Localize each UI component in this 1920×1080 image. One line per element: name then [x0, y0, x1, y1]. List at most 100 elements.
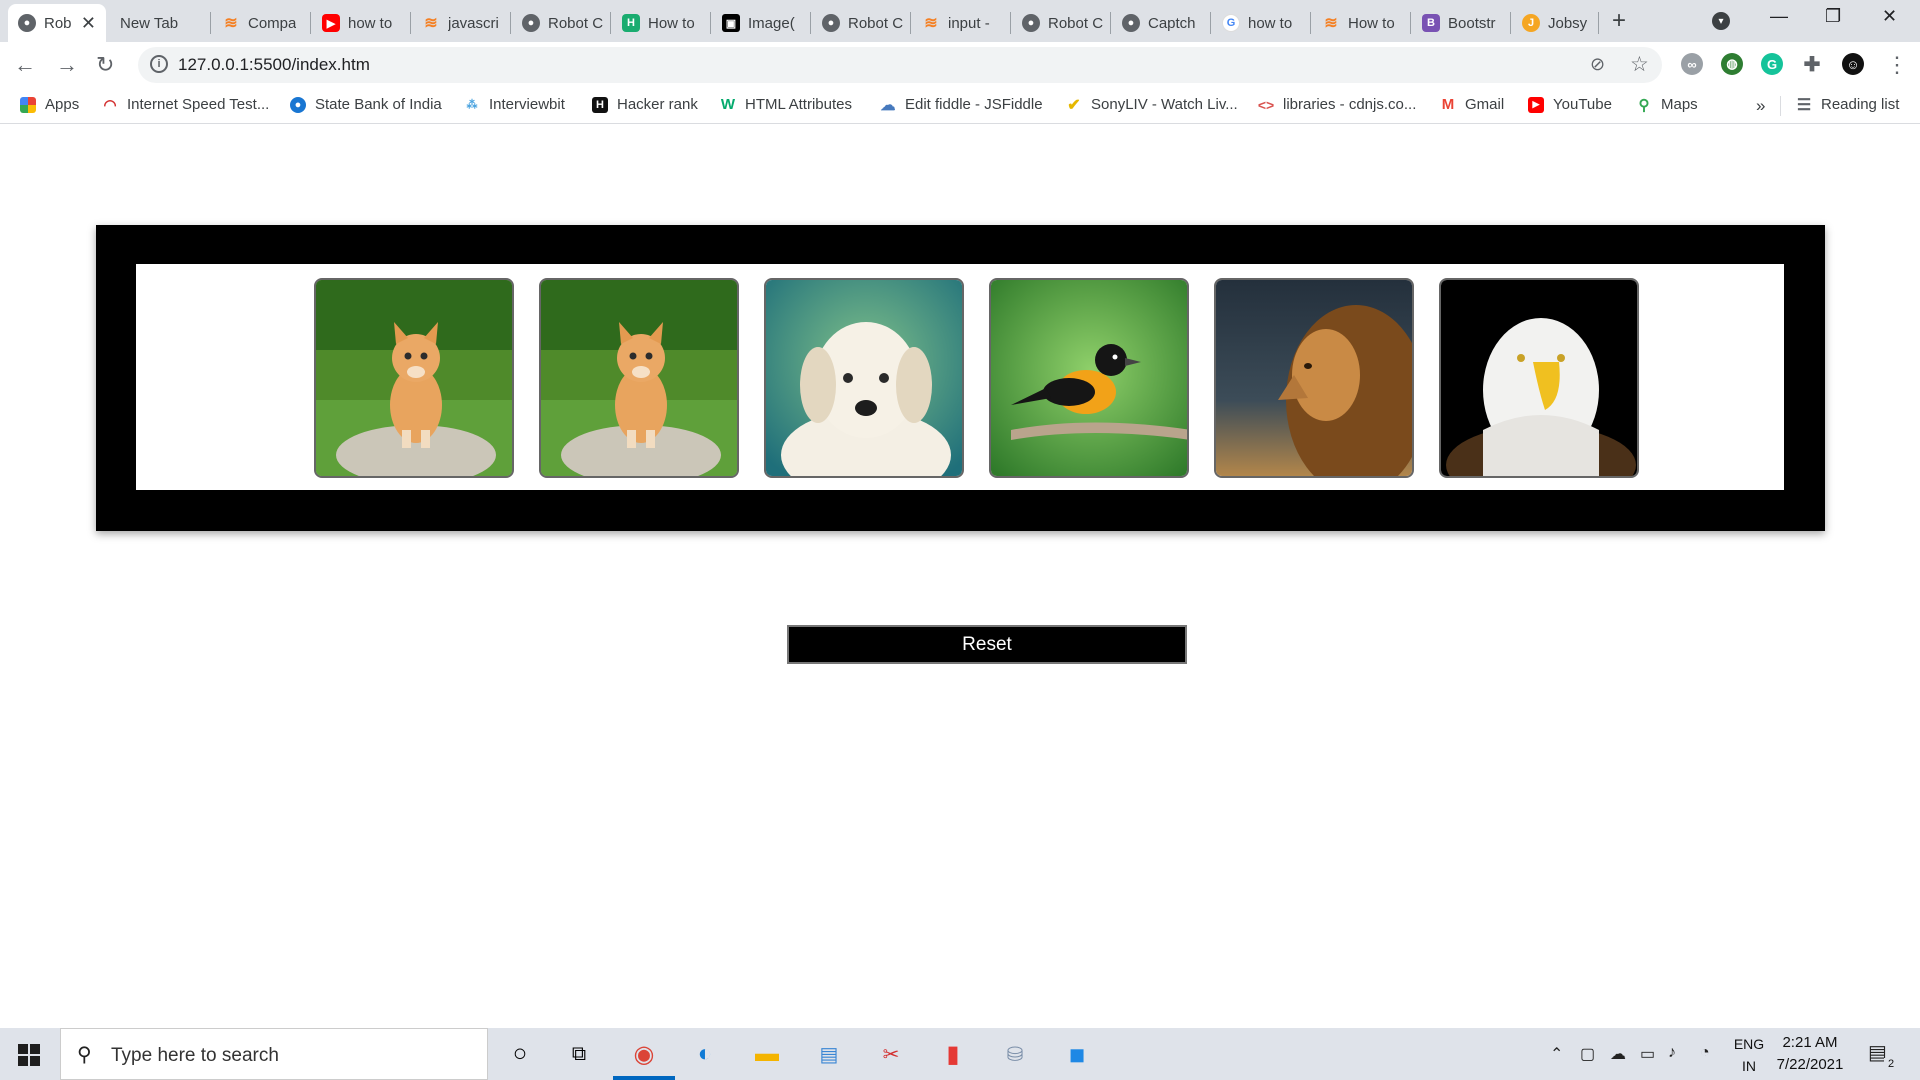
- hackerrank-icon: H: [592, 96, 608, 113]
- tab-separator: [1410, 12, 1411, 34]
- grammarly-icon[interactable]: G: [1761, 53, 1783, 75]
- tab-title: How to: [648, 14, 695, 32]
- language-indicator-bottom[interactable]: IN: [1732, 1058, 1766, 1074]
- site-info-icon[interactable]: i: [150, 55, 168, 73]
- image-eagle[interactable]: [1439, 278, 1639, 478]
- reading-list-button[interactable]: ☰ Reading list: [1796, 96, 1900, 114]
- image-kitten-1[interactable]: [314, 278, 514, 478]
- tab-5[interactable]: ● Robot C: [512, 4, 608, 42]
- tab-4[interactable]: ≋ javascri: [412, 4, 508, 42]
- bookmarks-overflow-button[interactable]: »: [1756, 96, 1765, 116]
- bookmark-youtube[interactable]: ▶ YouTube: [1528, 96, 1612, 113]
- taskbar-search[interactable]: ⚲ Type here to search: [60, 1028, 488, 1080]
- image-puppy[interactable]: [764, 278, 964, 478]
- restore-button[interactable]: ❐: [1825, 6, 1841, 27]
- extension-globe-icon[interactable]: ◍: [1721, 53, 1743, 75]
- volume-icon[interactable]: ♪: [1668, 1044, 1676, 1062]
- language-indicator-top[interactable]: ENG: [1732, 1036, 1766, 1052]
- forward-button[interactable]: →: [56, 52, 78, 78]
- chrome-page-icon: ●: [18, 14, 36, 32]
- tab-separator: [1110, 12, 1111, 34]
- task-view-icon[interactable]: ⧉: [563, 1038, 595, 1070]
- bookmark-speedtest[interactable]: ◠ Internet Speed Test...: [102, 96, 269, 114]
- clock-date[interactable]: 7/22/2021: [1770, 1056, 1850, 1073]
- stackoverflow-icon: ≋: [424, 15, 438, 32]
- tab-10[interactable]: ● Robot C: [1012, 4, 1108, 42]
- tab-3[interactable]: ▶ how to: [312, 4, 408, 42]
- close-window-button[interactable]: ✕: [1882, 6, 1897, 27]
- battery-icon[interactable]: ▭: [1640, 1044, 1655, 1064]
- cdnjs-icon: <>: [1257, 96, 1275, 113]
- tab-6[interactable]: H How to: [612, 4, 708, 42]
- image-site-icon: ▣: [722, 14, 740, 32]
- image-bird[interactable]: [989, 278, 1189, 478]
- bookmark-label: State Bank of India: [315, 96, 442, 113]
- office-icon[interactable]: ▮: [937, 1038, 969, 1070]
- bookmark-label: Edit fiddle - JSFiddle: [905, 96, 1043, 113]
- zoom-video-icon[interactable]: ◼: [1061, 1038, 1093, 1070]
- tab-title: javascri: [448, 14, 499, 32]
- profile-avatar[interactable]: ☺: [1842, 53, 1864, 75]
- bookmark-jsfiddle[interactable]: ☁ Edit fiddle - JSFiddle: [880, 96, 1043, 114]
- file-explorer-icon[interactable]: ▬: [751, 1038, 783, 1070]
- back-button[interactable]: ←: [14, 52, 36, 78]
- start-button[interactable]: [18, 1044, 40, 1066]
- reset-button[interactable]: Reset: [787, 625, 1187, 664]
- tab-title: Robot C: [548, 14, 604, 32]
- tab-separator: [310, 12, 311, 34]
- apps-grid-icon: [20, 96, 36, 113]
- chrome-page-icon: ●: [522, 14, 540, 32]
- control-panel-icon[interactable]: ▤: [813, 1038, 845, 1070]
- snip-tool-icon[interactable]: ✂: [875, 1038, 907, 1070]
- minimize-button[interactable]: —: [1770, 6, 1788, 27]
- bookmark-label: Maps: [1661, 96, 1698, 113]
- close-tab-icon[interactable]: ✕: [81, 13, 96, 34]
- tab-1[interactable]: New Tab: [110, 4, 208, 42]
- show-hidden-icons-chevron[interactable]: ⌃: [1550, 1044, 1563, 1064]
- tab-8[interactable]: ● Robot C: [812, 4, 908, 42]
- bookmark-hackerrank[interactable]: H Hacker rank: [592, 96, 698, 113]
- tab-15[interactable]: J Jobsy: [1512, 4, 1598, 42]
- bookmark-interviewbit[interactable]: ⁂ Interviewbit: [464, 96, 565, 113]
- extensions-puzzle-icon[interactable]: ✚: [1801, 53, 1823, 76]
- edge-icon[interactable]: ◐: [689, 1038, 721, 1070]
- chrome-page-icon: ●: [1122, 14, 1140, 32]
- image-gallery: [136, 264, 1784, 490]
- installer-icon[interactable]: ⛁: [999, 1038, 1031, 1070]
- tab-7[interactable]: ▣ Image(: [712, 4, 808, 42]
- image-kitten-2[interactable]: [539, 278, 739, 478]
- tab-search-button[interactable]: ▾: [1712, 12, 1730, 30]
- extension-link-icon[interactable]: ∞: [1681, 53, 1703, 75]
- url-text[interactable]: 127.0.0.1:5500/index.htm: [178, 55, 370, 75]
- clock-time[interactable]: 2:21 AM: [1770, 1034, 1850, 1051]
- eye-slash-icon[interactable]: ⊘: [1590, 54, 1605, 75]
- tab-11[interactable]: ● Captch: [1112, 4, 1208, 42]
- reload-button[interactable]: ↻: [96, 52, 114, 78]
- chrome-taskbar-icon[interactable]: ◉: [628, 1038, 660, 1070]
- bookmark-sonyliv[interactable]: ✔ SonyLIV - Watch Liv...: [1066, 96, 1237, 114]
- menu-kebab-icon[interactable]: ⋮: [1886, 52, 1908, 78]
- bookmark-html-attributes[interactable]: W HTML Attributes: [720, 96, 852, 113]
- tab-2[interactable]: ≋ Compa: [212, 4, 308, 42]
- tab-13[interactable]: ≋ How to: [1312, 4, 1408, 42]
- bookmark-gmail[interactable]: M Gmail: [1440, 96, 1504, 113]
- onedrive-cloud-icon[interactable]: ☁: [1610, 1044, 1626, 1064]
- new-tab-button[interactable]: +: [1612, 7, 1626, 35]
- tab-12[interactable]: G how to: [1212, 4, 1308, 42]
- wifi-icon[interactable]: ◔: [1700, 1044, 1710, 1062]
- bookmark-star-icon[interactable]: ☆: [1630, 52, 1649, 77]
- bookmark-apps[interactable]: Apps: [20, 96, 79, 113]
- tab-0[interactable]: ● Rob ✕: [8, 4, 106, 42]
- tab-9[interactable]: ≋ input -: [912, 4, 1008, 42]
- bookmarks-divider: [1780, 96, 1781, 116]
- bookmark-sbi[interactable]: ● State Bank of India: [290, 96, 442, 113]
- w3schools-icon: W: [720, 96, 736, 113]
- interviewbit-icon: ⁂: [466, 99, 478, 111]
- bookmark-cdnjs[interactable]: <> libraries - cdnjs.co...: [1257, 96, 1417, 113]
- address-bar[interactable]: i 127.0.0.1:5500/index.htm ⊘ ☆: [138, 47, 1662, 83]
- image-lion[interactable]: [1214, 278, 1414, 478]
- phone-link-icon[interactable]: ▢: [1580, 1044, 1595, 1064]
- tab-14[interactable]: B Bootstr: [1412, 4, 1508, 42]
- bookmark-maps[interactable]: ⚲ Maps: [1636, 96, 1698, 114]
- cortana-icon[interactable]: ○: [504, 1038, 536, 1070]
